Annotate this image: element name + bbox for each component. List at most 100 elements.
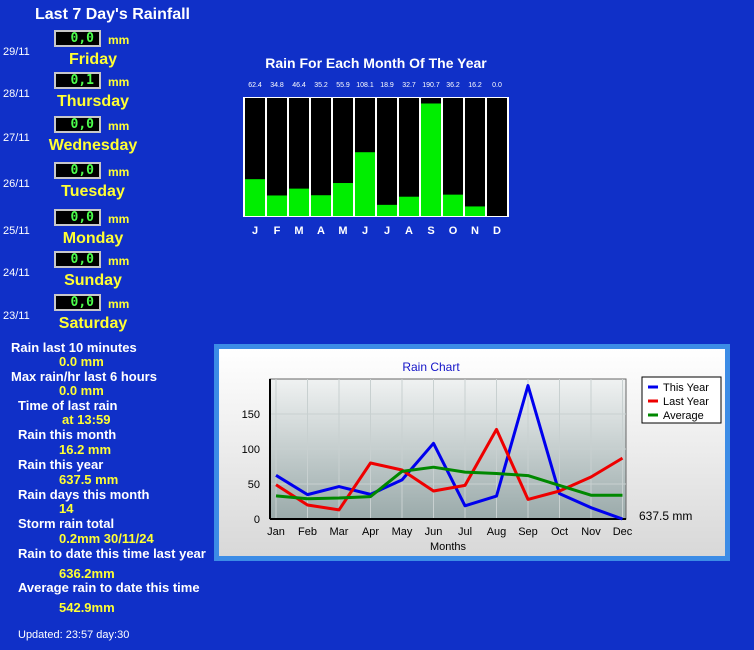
day-rain-unit: mm: [108, 119, 130, 133]
bar-category-label: F: [274, 225, 281, 237]
y-tick-label: 150: [242, 409, 260, 421]
bar-value-label: 36.2: [446, 82, 460, 89]
x-tick-label: Feb: [298, 526, 317, 538]
bar-value-label: 0.0: [492, 82, 502, 89]
day-rain-value: 0,0: [54, 30, 101, 47]
stat-label: Rain last 10 minutes: [11, 340, 137, 355]
x-tick-label: Jan: [267, 526, 285, 538]
bar-category-label: J: [384, 225, 390, 237]
day-name: Monday: [62, 230, 124, 247]
bar: [333, 183, 353, 216]
day-rain-value: 0,0: [54, 209, 101, 226]
x-tick-label: Dec: [613, 526, 633, 538]
bar-category-label: N: [471, 225, 479, 237]
y-tick-label: 50: [248, 479, 260, 491]
stat-label: Max rain/hr last 6 hours: [11, 369, 157, 384]
bar-value-label: 190.7: [422, 82, 440, 89]
bar-category-label: J: [252, 225, 258, 237]
rain-line-chart-panel: Rain Chart 0 50 100 150 Jan Feb Mar Apr May Jun Jul…: [214, 344, 730, 561]
x-tick-label: Sep: [518, 526, 538, 538]
x-tick-label: Apr: [362, 526, 379, 538]
stat-label: Storm rain total: [18, 516, 115, 531]
bar-value-label: 62.4: [248, 82, 262, 89]
stat-label: Rain days this month: [18, 487, 150, 502]
year-total-label: 637.5 mm: [639, 509, 693, 523]
day-date: 29/11: [3, 46, 30, 58]
x-tick-label: Nov: [581, 526, 601, 538]
day-rain-value: 0,0: [54, 294, 101, 311]
x-tick-label: Mar: [330, 526, 349, 538]
day-name: Tuesday: [61, 183, 125, 200]
bar: [421, 103, 441, 216]
stat-value: 0.2mm 30/11/24: [59, 531, 154, 546]
stat-value: 637.5 mm: [59, 472, 119, 487]
bar-value-label: 18.9: [380, 82, 394, 89]
day-rain-unit: mm: [108, 165, 130, 179]
bar: [399, 196, 419, 216]
bar: [289, 188, 309, 216]
stat-value: 636.2mm: [59, 566, 115, 581]
bar-slot: [465, 98, 485, 216]
stat-label: Rain this month: [18, 427, 117, 442]
day-rain-value: 0,1: [54, 72, 101, 89]
bar-slot: [377, 98, 397, 216]
day-date: 23/11: [3, 310, 30, 322]
bar-category-label: O: [449, 225, 458, 237]
bar: [465, 206, 485, 216]
bar-category-label: S: [427, 225, 434, 237]
bar-chart-title: Rain For Each Month Of The Year: [265, 55, 487, 71]
stat-label: Rain this year: [18, 457, 104, 472]
bar-value-label: 34.8: [270, 82, 284, 89]
stat-label: Rain to date this time last year: [18, 546, 206, 561]
day-rain-unit: mm: [108, 254, 130, 268]
day-date: 27/11: [3, 132, 30, 144]
bar: [377, 204, 397, 216]
day-rain-value: 0,0: [54, 162, 101, 179]
day-name: Thursday: [56, 93, 129, 110]
bar: [443, 194, 463, 216]
bar-category-label: J: [362, 225, 368, 237]
legend-label: Last Year: [663, 396, 709, 408]
bar-category-label: M: [294, 225, 303, 237]
bar-value-label: 46.4: [292, 82, 306, 89]
stat-value: 0.0 mm: [59, 383, 104, 398]
stat-value: at 13:59: [62, 412, 111, 427]
day-rain-unit: mm: [108, 75, 130, 89]
monthly-rain-bar-chart: 62.4 J 34.8 F 46.4 M 35.2 A 55.9 M 108.1 J 18.9 J 32.7…: [243, 82, 509, 237]
stat-label: Average rain to date this time: [18, 580, 200, 595]
legend-label: This Year: [663, 382, 709, 394]
bar-value-label: 108.1: [356, 82, 374, 89]
bar-value-label: 35.2: [314, 82, 328, 89]
bar-category-label: M: [338, 225, 347, 237]
x-tick-label: Oct: [551, 526, 568, 538]
day-date: 24/11: [3, 267, 30, 279]
bar-slot: [487, 98, 507, 216]
bar: [245, 179, 265, 216]
x-tick-label: Jul: [458, 526, 472, 538]
day-rain-unit: mm: [108, 33, 130, 47]
stat-value: 14: [59, 501, 74, 516]
bar-value-label: 55.9: [336, 82, 350, 89]
bar-value-label: 32.7: [402, 82, 416, 89]
x-axis-label: Months: [430, 541, 467, 553]
legend-label: Average: [663, 410, 704, 422]
day-date: 28/11: [3, 88, 30, 100]
day-name: Saturday: [58, 315, 128, 332]
bar-category-label: A: [317, 225, 325, 237]
day-name: Wednesday: [48, 137, 138, 154]
day-rain-value: 0,0: [54, 116, 101, 133]
x-tick-label: May: [392, 526, 413, 538]
bar: [355, 152, 375, 216]
bar: [311, 195, 331, 216]
y-tick-label: 100: [242, 444, 260, 456]
stat-value: 0.0 mm: [59, 354, 104, 369]
day-name: Friday: [68, 51, 117, 68]
x-tick-label: Aug: [487, 526, 507, 538]
day-date: 25/11: [3, 225, 30, 237]
day-date: 26/11: [3, 178, 30, 190]
bar: [267, 195, 287, 216]
bar-value-label: 16.2: [468, 82, 482, 89]
updated-timestamp: Updated: 23:57 day:30: [18, 629, 130, 641]
stat-value: 16.2 mm: [59, 442, 112, 457]
stat-label: Time of last rain: [18, 398, 118, 413]
